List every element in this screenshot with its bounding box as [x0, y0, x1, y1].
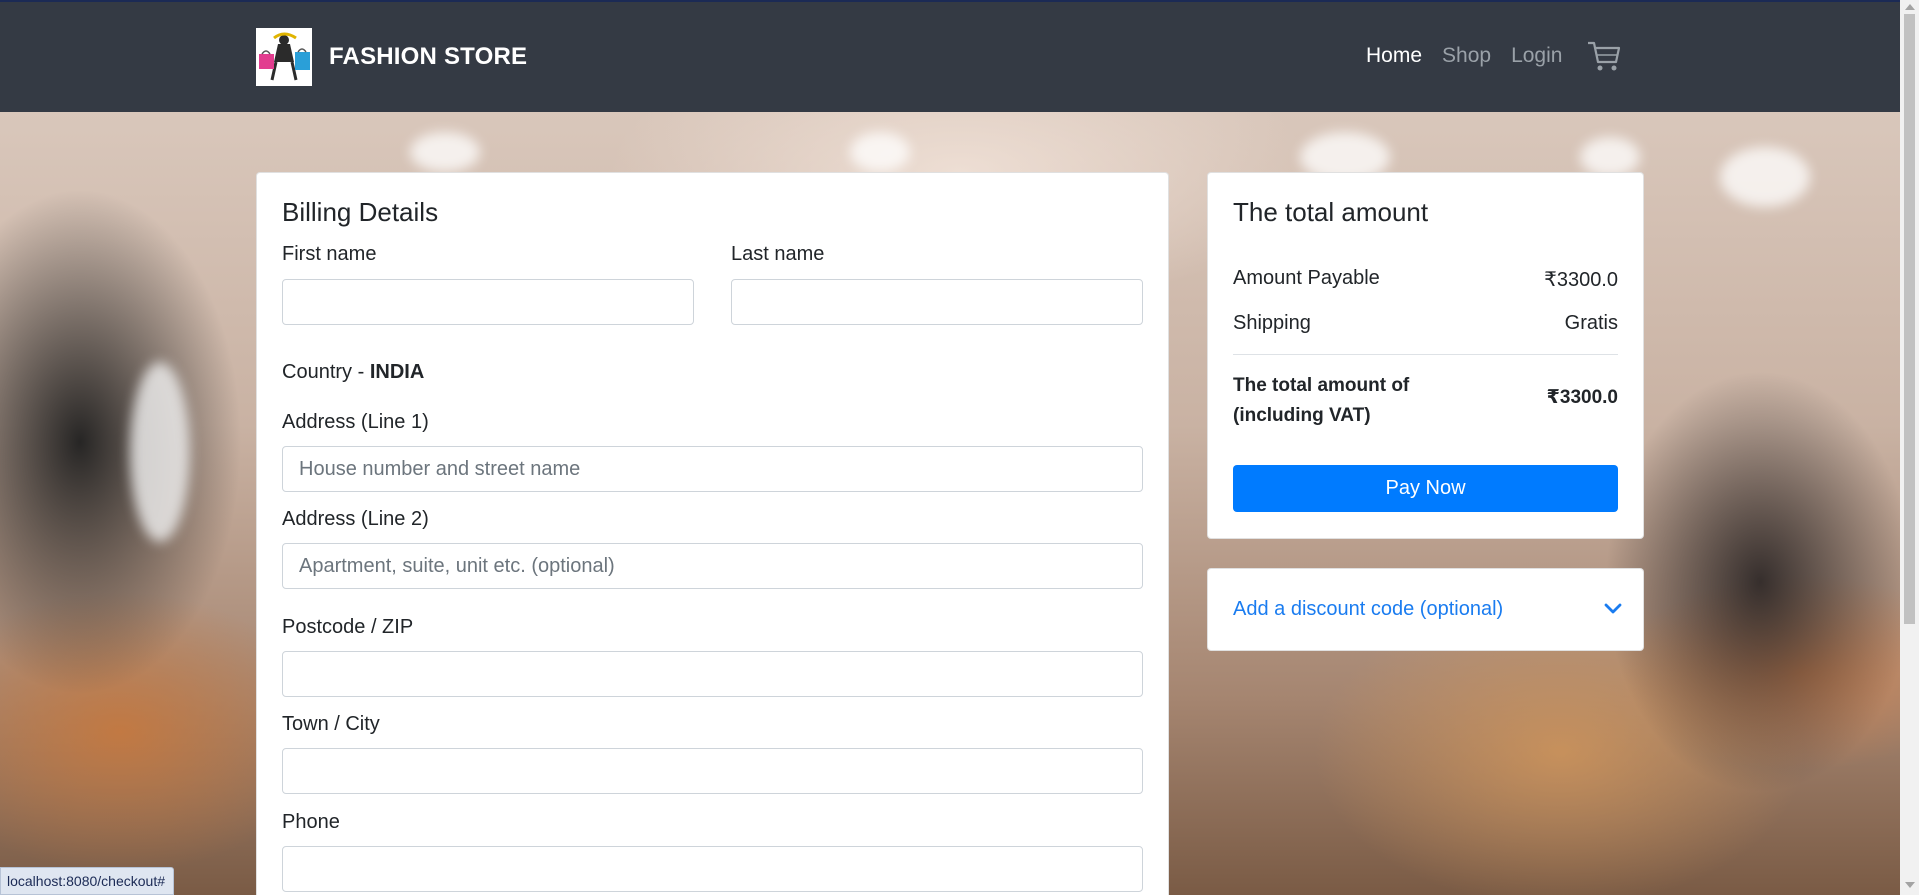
store-logo: [256, 28, 312, 86]
city-input[interactable]: [282, 748, 1143, 794]
city-label: Town / City: [282, 713, 380, 735]
address1-label: Address (Line 1): [282, 411, 429, 433]
shipping-value: Gratis: [1564, 312, 1618, 334]
status-bar-url: localhost:8080/checkout#: [0, 867, 174, 895]
vertical-scrollbar[interactable]: [1900, 0, 1919, 895]
shopping-cart-icon[interactable]: [1586, 38, 1622, 74]
country-text: Country - INDIA: [282, 361, 424, 384]
last-name-label: Last name: [731, 243, 825, 265]
postcode-label: Postcode / ZIP: [282, 616, 414, 638]
total-value: ₹3300.0: [1546, 387, 1618, 408]
address2-label: Address (Line 2): [282, 508, 429, 530]
total-label: The total amount of (including VAT): [1233, 375, 1410, 426]
discount-card[interactable]: Add a discount code (optional): [1207, 568, 1644, 651]
nav-links: Home Shop Login: [1366, 38, 1622, 74]
shipping-label: Shipping: [1233, 312, 1311, 334]
country-value: INDIA: [369, 361, 425, 383]
nav-link-home[interactable]: Home: [1366, 44, 1422, 68]
scroll-up-arrow-icon[interactable]: [1905, 4, 1915, 10]
amount-payable-row: Amount Payable ₹3300.0: [1233, 267, 1618, 292]
first-name-input[interactable]: [282, 279, 694, 325]
billing-title: Billing Details: [282, 197, 439, 227]
amount-payable-label: Amount Payable: [1233, 267, 1380, 289]
summary-title: The total amount: [1233, 197, 1429, 227]
amount-payable-value: ₹3300.0: [1544, 269, 1618, 291]
phone-input[interactable]: [282, 846, 1143, 892]
shipping-row: Shipping Gratis: [1233, 312, 1618, 335]
address2-input[interactable]: [282, 543, 1143, 589]
billing-details-card: Billing Details First name Last name Cou…: [256, 172, 1169, 895]
pay-now-button[interactable]: Pay Now: [1233, 465, 1618, 512]
chevron-down-icon[interactable]: [1603, 599, 1623, 619]
navbar: FASHION STORE Home Shop Login: [0, 2, 1900, 112]
nav-link-login[interactable]: Login: [1511, 44, 1562, 68]
brand[interactable]: FASHION STORE: [256, 28, 527, 86]
country-prefix: Country -: [282, 361, 370, 383]
last-name-input[interactable]: [731, 279, 1143, 325]
summary-divider: [1233, 354, 1618, 355]
order-summary-card: The total amount Amount Payable ₹3300.0 …: [1207, 172, 1644, 539]
scrollbar-thumb[interactable]: [1904, 14, 1915, 624]
postcode-input[interactable]: [282, 651, 1143, 697]
address1-input[interactable]: [282, 446, 1143, 492]
scroll-down-arrow-icon[interactable]: [1905, 882, 1915, 888]
discount-code-link[interactable]: Add a discount code (optional): [1233, 598, 1503, 621]
first-name-label: First name: [282, 243, 377, 265]
brand-name: FASHION STORE: [329, 43, 528, 70]
nav-link-shop[interactable]: Shop: [1442, 44, 1491, 68]
phone-label: Phone: [282, 811, 340, 833]
